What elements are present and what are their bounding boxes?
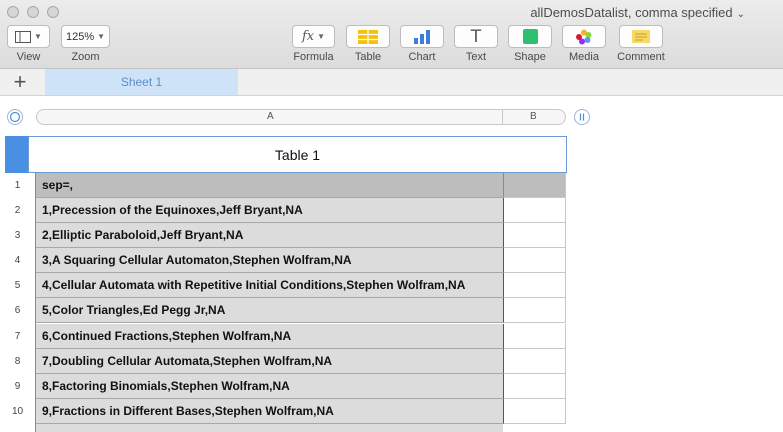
- row-header[interactable]: 9: [5, 374, 30, 399]
- table-cell[interactable]: [503, 198, 566, 223]
- chevron-down-icon: ▼: [317, 32, 326, 41]
- table-cell[interactable]: 7,Doubling Cellular Automata,Stephen Wol…: [36, 349, 503, 374]
- window-title[interactable]: allDemosDatalist, comma specified ⌄: [530, 5, 745, 20]
- comment-icon: [632, 30, 650, 43]
- table-cell[interactable]: 5,Color Triangles,Ed Pegg Jr,NA: [36, 298, 503, 323]
- table-cell[interactable]: 6,Continued Fractions,Stephen Wolfram,NA: [36, 324, 503, 349]
- table-cell[interactable]: [36, 424, 503, 432]
- plus-icon: +: [13, 69, 27, 94]
- row-header[interactable]: 6: [5, 298, 30, 323]
- formula-icon: fx: [301, 29, 315, 44]
- minimize-window-button[interactable]: [27, 6, 39, 18]
- row-header[interactable]: 10: [5, 399, 30, 424]
- table-cell[interactable]: [503, 298, 566, 323]
- sheet-tab-bar: + Sheet 1: [0, 69, 783, 96]
- row-header[interactable]: 4: [5, 248, 30, 273]
- add-column-handle[interactable]: [574, 109, 590, 125]
- chart-label: Chart: [408, 51, 436, 63]
- formula-button[interactable]: fx ▼: [292, 25, 335, 48]
- photos-icon: [576, 29, 592, 44]
- sheet-tab-label: Sheet 1: [120, 75, 163, 89]
- table-cell[interactable]: [503, 273, 566, 298]
- sidebar-view-icon: [15, 30, 32, 43]
- table-cell[interactable]: [503, 399, 566, 424]
- add-sheet-button[interactable]: +: [0, 69, 40, 95]
- table-cell[interactable]: [503, 223, 566, 248]
- table-cell[interactable]: [503, 374, 566, 399]
- text-label: Text: [465, 51, 487, 63]
- table-corner-handle[interactable]: [5, 136, 28, 173]
- chevron-down-icon: ▼: [97, 32, 106, 41]
- shape-icon: [522, 29, 538, 44]
- table-cell[interactable]: [503, 173, 566, 198]
- toolbar: allDemosDatalist, comma specified ⌄ ▼ Vie…: [0, 0, 783, 69]
- table-cell[interactable]: 2,Elliptic Paraboloid,Jeff Bryant,NA: [36, 223, 503, 248]
- row-header[interactable]: 2: [5, 198, 30, 223]
- pause-bars-icon: [579, 113, 585, 121]
- close-window-button[interactable]: [7, 6, 19, 18]
- row-header[interactable]: 7: [5, 324, 30, 349]
- shape-label: Shape: [514, 51, 546, 63]
- tab-sheet-1[interactable]: Sheet 1: [45, 69, 238, 95]
- table-cell[interactable]: [503, 248, 566, 273]
- chevron-down-icon: ⌄: [736, 9, 745, 20]
- window-title-text: allDemosDatalist, comma specified: [530, 5, 733, 20]
- chart-icon: [414, 29, 430, 44]
- zoom-label: Zoom: [71, 51, 100, 63]
- text-icon: T: [470, 26, 482, 47]
- table-title-text: Table 1: [274, 146, 321, 163]
- row-header[interactable]: 1: [5, 173, 30, 198]
- sheet-canvas: A B Table 1 1 sep=, 2 1,Precession of th…: [0, 96, 783, 432]
- table-cell[interactable]: [503, 324, 566, 349]
- row-header[interactable]: 8: [5, 349, 30, 374]
- chart-button[interactable]: [400, 25, 444, 48]
- formula-label: Formula: [293, 51, 334, 63]
- table-cell[interactable]: 8,Factoring Binomials,Stephen Wolfram,NA: [36, 374, 503, 399]
- table-cell[interactable]: 9,Fractions in Different Bases,Stephen W…: [36, 399, 503, 424]
- table-button[interactable]: [346, 25, 390, 48]
- row-header[interactable]: 3: [5, 223, 30, 248]
- chevron-down-icon: ▼: [34, 32, 42, 41]
- zoom-select[interactable]: 125% ▼: [61, 25, 110, 48]
- media-label: Media: [569, 51, 599, 63]
- table-icon: [358, 29, 378, 44]
- table-cell[interactable]: [503, 349, 566, 374]
- column-header-bar: A B: [36, 109, 566, 125]
- comment-button[interactable]: [619, 25, 663, 48]
- table-cell[interactable]: sep=,: [36, 173, 503, 198]
- table-cell[interactable]: 3,A Squaring Cellular Automaton,Stephen …: [36, 248, 503, 273]
- media-button[interactable]: [562, 25, 606, 48]
- column-header-b[interactable]: B: [530, 111, 537, 122]
- select-table-handle[interactable]: [7, 109, 23, 125]
- comment-label: Comment: [617, 51, 665, 63]
- zoom-value: 125%: [65, 30, 95, 43]
- table-title[interactable]: Table 1: [28, 136, 567, 173]
- table-label: Table: [354, 51, 382, 63]
- shape-button[interactable]: [508, 25, 552, 48]
- text-button[interactable]: T: [454, 25, 498, 48]
- column-header-a[interactable]: A: [267, 111, 274, 122]
- table-cell[interactable]: 1,Precession of the Equinoxes,Jeff Bryan…: [36, 198, 503, 223]
- view-button[interactable]: ▼: [7, 25, 50, 48]
- zoom-window-button[interactable]: [47, 6, 59, 18]
- column-divider: [502, 110, 503, 124]
- view-label: View: [16, 51, 41, 63]
- row-header[interactable]: 5: [5, 273, 30, 298]
- table-cell[interactable]: 4,Cellular Automata with Repetitive Init…: [36, 273, 503, 298]
- circle-icon: [9, 111, 21, 123]
